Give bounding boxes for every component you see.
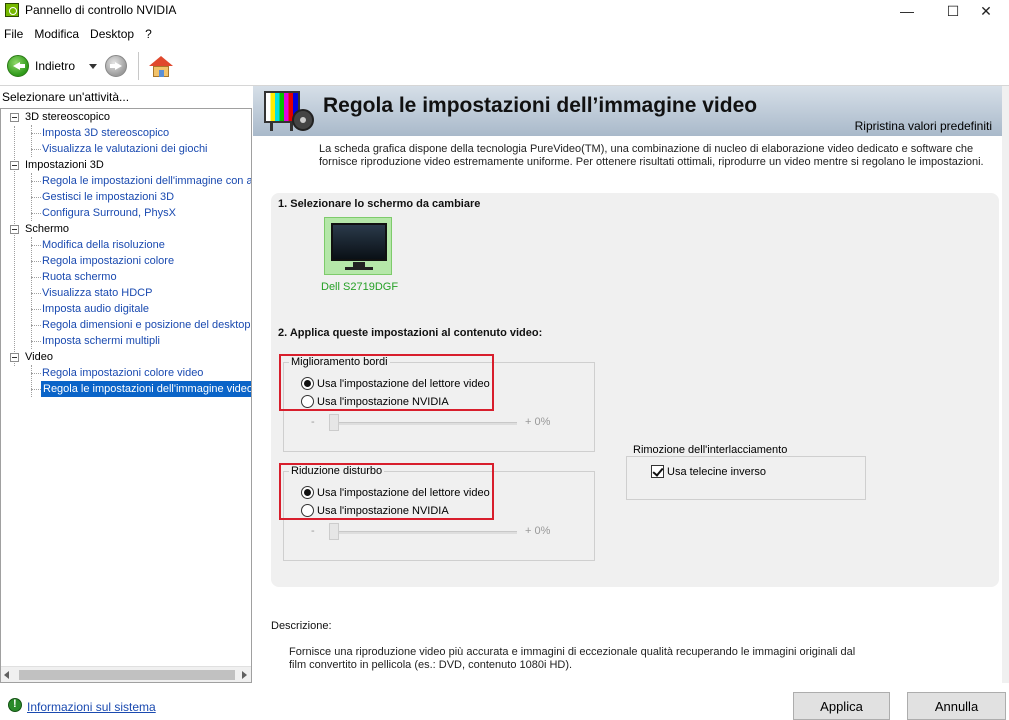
close-button[interactable]: ✕ <box>963 0 1009 22</box>
inverse-telecine-label: Usa telecine inverso <box>667 465 767 478</box>
edge-slider-minus: - <box>311 416 315 428</box>
scroll-left-icon[interactable] <box>4 671 9 679</box>
tree-item-change-resolution[interactable]: Modifica della risoluzione <box>42 237 165 253</box>
collapse-toggle-icon[interactable] <box>10 113 19 122</box>
task-panel-header: Selezionare un'attività... <box>2 90 130 104</box>
back-button-label[interactable]: Indietro <box>35 59 75 73</box>
apply-button[interactable]: Applica <box>793 692 890 720</box>
tree-item-manage-3d[interactable]: Gestisci le impostazioni 3D <box>42 189 174 205</box>
system-info-link[interactable]: Informazioni sul sistema <box>27 700 156 714</box>
noise-slider-track[interactable] <box>329 531 517 534</box>
description-label: Descrizione: <box>271 620 332 632</box>
toolbar: Indietro <box>0 46 1009 86</box>
section-apply-settings-title: 2. Applica queste impostazioni al conten… <box>278 327 543 339</box>
section-select-display-title: 1. Selezionare lo schermo da cambiare <box>278 198 481 210</box>
menu-modifica[interactable]: Modifica <box>30 25 83 43</box>
tree-item-image-settings-preview[interactable]: Regola le impostazioni dell'immagine con… <box>42 173 251 189</box>
tree-category-video[interactable]: Video <box>25 349 53 365</box>
tree-item-set-3d-stereo[interactable]: Imposta 3D stereoscopico <box>42 125 169 141</box>
deinterlacing-group <box>626 456 866 500</box>
settings-box: 1. Selezionare lo schermo da cambiare De… <box>271 193 999 587</box>
minimize-button[interactable]: — <box>884 0 930 22</box>
video-settings-icon <box>264 91 314 133</box>
task-tree: 3D stereoscopico Imposta 3D stereoscopic… <box>0 108 252 683</box>
menu-bar: File Modifica Desktop ? <box>0 25 159 43</box>
inverse-telecine-option[interactable]: Usa telecine inverso <box>651 465 766 478</box>
back-arrow-icon[interactable] <box>7 55 29 77</box>
tree-item-multiple-displays[interactable]: Imposta schermi multipli <box>42 333 160 349</box>
tree-category-3d-stereo[interactable]: 3D stereoscopico <box>25 109 110 125</box>
intro-text: La scheda grafica dispone della tecnolog… <box>319 143 984 168</box>
collapse-toggle-icon[interactable] <box>10 161 19 170</box>
tree-item-desktop-size[interactable]: Regola dimensioni e posizione del deskto… <box>42 317 251 333</box>
tree-category-display[interactable]: Schermo <box>25 221 69 237</box>
menu-file[interactable]: File <box>0 25 27 43</box>
system-info-icon[interactable] <box>8 698 22 712</box>
toolbar-separator <box>138 52 139 80</box>
menu-desktop[interactable]: Desktop <box>86 25 138 43</box>
vertical-scrollbar[interactable] <box>1002 86 1009 683</box>
noise-slider-thumb[interactable] <box>329 523 339 540</box>
horizontal-scrollbar[interactable] <box>1 666 251 682</box>
tree-item-digital-audio[interactable]: Imposta audio digitale <box>42 301 149 317</box>
highlight-outline <box>279 463 494 520</box>
scroll-right-icon[interactable] <box>242 671 247 679</box>
content-panel: Regola le impostazioni dell’immagine vid… <box>253 86 1002 683</box>
highlight-outline <box>279 354 494 411</box>
cancel-button[interactable]: Annulla <box>907 692 1006 720</box>
deinterlacing-label: Rimozione dell'interlacciamento <box>631 444 790 456</box>
monitor-label[interactable]: Dell S2719DGF <box>321 281 398 293</box>
monitor-icon <box>331 223 387 261</box>
tree-item-surround-physx[interactable]: Configura Surround, PhysX <box>42 205 176 221</box>
tree-item-game-ratings[interactable]: Visualizza le valutazioni dei giochi <box>42 141 208 157</box>
noise-slider-value: + 0% <box>525 525 551 537</box>
checkbox[interactable] <box>651 465 664 478</box>
tree-category-3d-settings[interactable]: Impostazioni 3D <box>25 157 104 173</box>
restore-defaults-link[interactable]: Ripristina valori predefiniti <box>855 119 992 133</box>
tree-item-rotate-display[interactable]: Ruota schermo <box>42 269 117 285</box>
collapse-toggle-icon[interactable] <box>10 225 19 234</box>
collapse-toggle-icon[interactable] <box>10 353 19 362</box>
page-banner: Regola le impostazioni dell’immagine vid… <box>253 86 1002 136</box>
monitor-tile[interactable] <box>324 217 392 275</box>
tree-item-video-image-selected[interactable]: Regola le impostazioni dell'immagine vid… <box>41 381 251 397</box>
page-title: Regola le impostazioni dell’immagine vid… <box>323 94 758 117</box>
nvidia-app-icon <box>5 3 19 17</box>
edge-slider-value: + 0% <box>525 416 551 428</box>
tree-item-hdcp-status[interactable]: Visualizza stato HDCP <box>42 285 152 301</box>
description-text: Fornisce una riproduzione video più accu… <box>289 646 856 671</box>
window-title: Pannello di controllo NVIDIA <box>25 3 177 17</box>
tree-item-color-settings[interactable]: Regola impostazioni colore <box>42 253 174 269</box>
edge-slider-track[interactable] <box>329 422 517 425</box>
edge-slider-thumb[interactable] <box>329 414 339 431</box>
dropdown-arrow-icon[interactable] <box>89 64 97 69</box>
menu-help[interactable]: ? <box>141 25 156 43</box>
forward-arrow-icon[interactable] <box>105 55 127 77</box>
title-bar: Pannello di controllo NVIDIA — ☐ ✕ <box>0 0 1009 22</box>
scrollbar-thumb[interactable] <box>19 670 235 680</box>
home-icon[interactable] <box>149 56 173 78</box>
noise-slider-minus: - <box>311 525 315 537</box>
tree-item-video-color[interactable]: Regola impostazioni colore video <box>42 365 203 381</box>
